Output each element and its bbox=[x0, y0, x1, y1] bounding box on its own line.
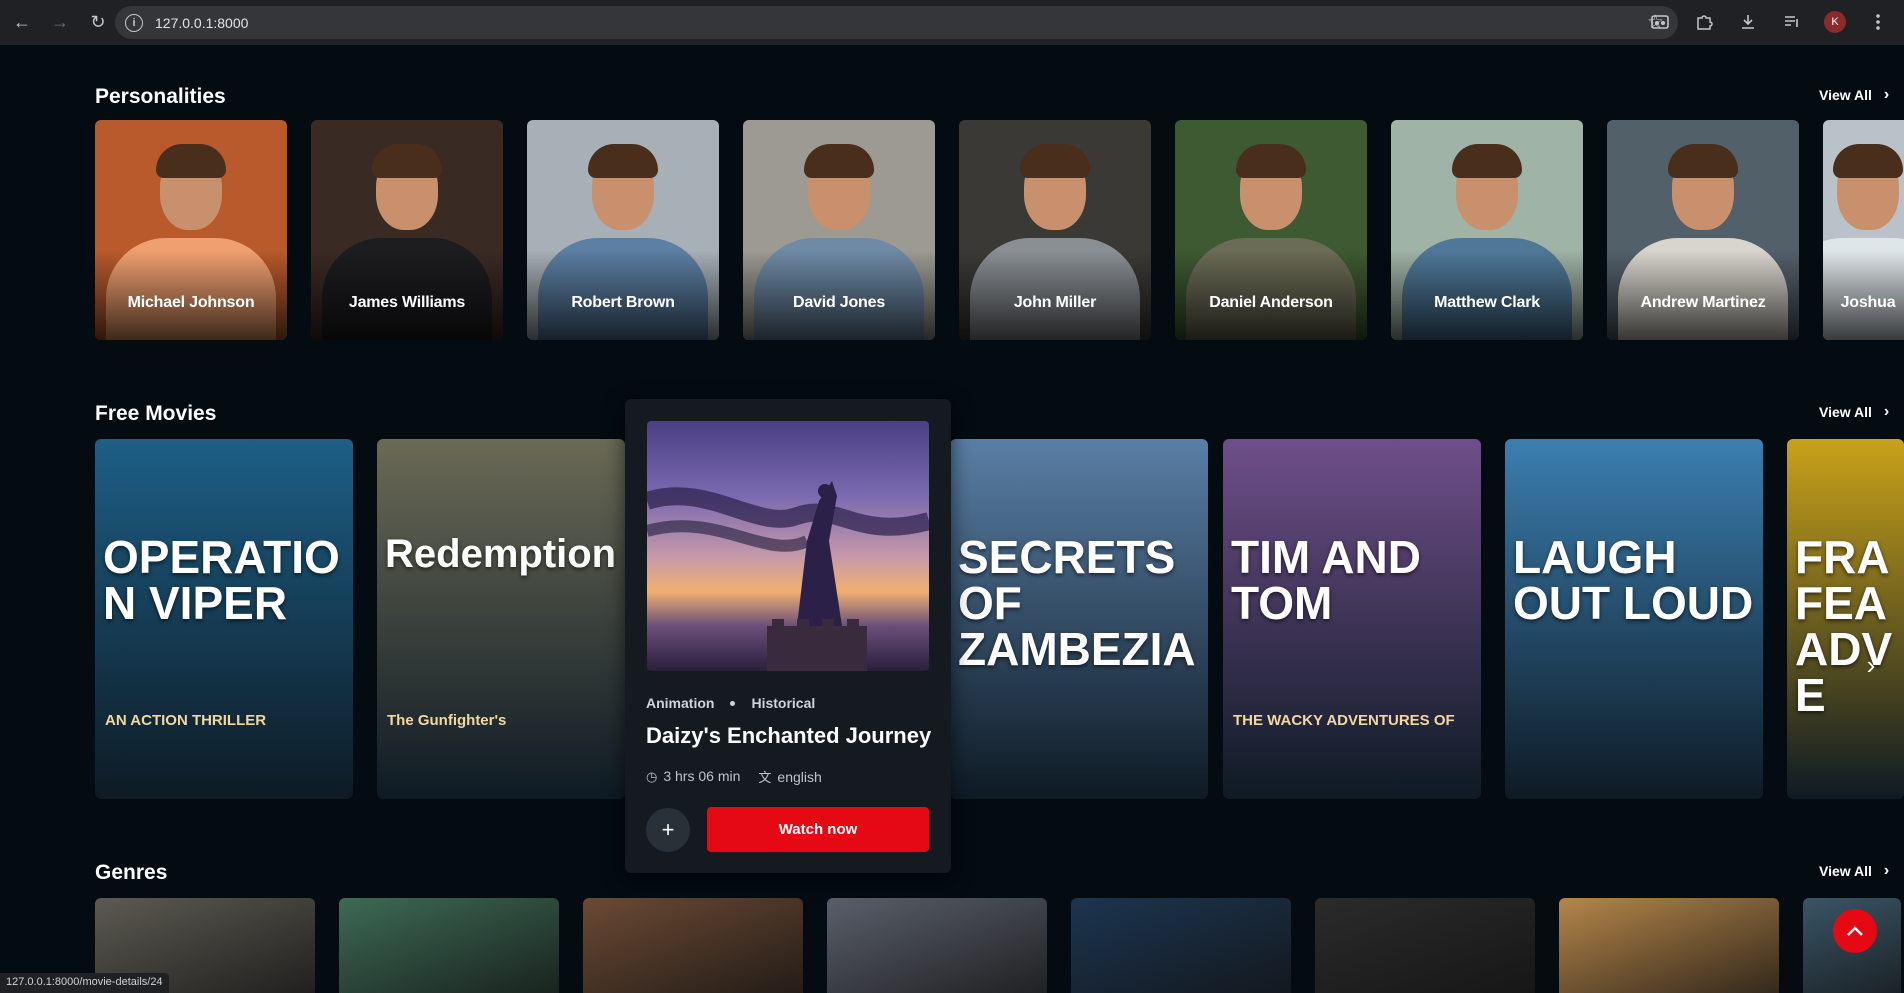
personality-card[interactable]: Matthew Clark bbox=[1391, 120, 1583, 340]
personality-name: Michael Johnson bbox=[127, 294, 255, 311]
translate-icon: 文 bbox=[758, 770, 772, 785]
movie-preview-card[interactable]: Animation Historical Daizy's Enchanted J… bbox=[625, 399, 951, 873]
personality-name: Joshua bbox=[1840, 294, 1896, 311]
movie-poster[interactable]: TIM AND TOM THE WACKY ADVENTURES OF bbox=[1223, 439, 1481, 799]
personality-hair bbox=[1452, 144, 1522, 178]
free-movies-view-all[interactable]: View All › bbox=[1819, 403, 1889, 421]
personality-name: Matthew Clark bbox=[1434, 294, 1540, 311]
movie-poster[interactable]: FRA FEA ADVE bbox=[1787, 439, 1904, 799]
site-info-icon[interactable]: i bbox=[125, 13, 143, 32]
genre-tile[interactable] bbox=[1559, 898, 1779, 993]
personality-name: James Williams bbox=[348, 294, 466, 311]
personality-name: Andrew Martinez bbox=[1640, 294, 1766, 311]
poster-title: Redemption bbox=[385, 532, 617, 576]
personality-hair bbox=[1833, 144, 1903, 178]
view-all-label: View All bbox=[1819, 87, 1872, 103]
personality-card[interactable]: Michael Johnson bbox=[95, 120, 287, 340]
duration-text: 3 hrs 06 min bbox=[663, 768, 741, 784]
poster-subtitle: The Gunfighter's bbox=[387, 712, 507, 729]
personality-name: David Jones bbox=[792, 294, 886, 311]
address-url[interactable]: 127.0.0.1:8000 bbox=[155, 15, 248, 31]
view-all-label: View All bbox=[1819, 404, 1872, 420]
back-icon[interactable]: ← bbox=[10, 11, 34, 35]
chevron-up-icon bbox=[1847, 926, 1863, 936]
personality-card[interactable]: James Williams bbox=[311, 120, 503, 340]
nav-buttons: ← → ↻ bbox=[0, 11, 110, 35]
menu-icon[interactable] bbox=[1866, 10, 1890, 34]
free-movies-title: Free Movies bbox=[95, 402, 217, 425]
profile-avatar[interactable]: K bbox=[1824, 11, 1846, 33]
language: 文 english bbox=[758, 767, 821, 786]
personality-hair bbox=[156, 144, 226, 178]
status-bar-url: 127.0.0.1:8000/movie-details/24 bbox=[0, 973, 169, 993]
chevron-right-icon: › bbox=[1883, 862, 1890, 879]
download-icon[interactable] bbox=[1736, 10, 1760, 34]
reload-icon[interactable]: ↻ bbox=[86, 11, 110, 35]
genre-tile[interactable] bbox=[1071, 898, 1291, 993]
genre-tile[interactable] bbox=[827, 898, 1047, 993]
poster-subtitle: AN ACTION THRILLER bbox=[105, 712, 267, 729]
genres-title: Genres bbox=[95, 861, 168, 884]
personality-name: Daniel Anderson bbox=[1209, 294, 1333, 311]
personality-hair bbox=[372, 144, 442, 178]
scroll-to-top-button[interactable] bbox=[1833, 909, 1877, 953]
view-all-label: View All bbox=[1819, 863, 1872, 879]
chevron-right-icon: › bbox=[1883, 86, 1890, 103]
browser-toolbar: ← → ↻ i 127.0.0.1:8000 ☆ K bbox=[0, 0, 1904, 45]
movie-poster[interactable]: Redemption The Gunfighter's bbox=[377, 439, 625, 799]
personality-name: Robert Brown bbox=[571, 294, 675, 311]
genre-tile[interactable] bbox=[1315, 898, 1535, 993]
personality-hair bbox=[1020, 144, 1090, 178]
personality-hair bbox=[1236, 144, 1306, 178]
personality-card[interactable]: Robert Brown bbox=[527, 120, 719, 340]
movie-poster[interactable]: LAUGH OUT LOUD bbox=[1505, 439, 1763, 799]
personalities-view-all[interactable]: View All › bbox=[1819, 86, 1889, 104]
poster-title: LAUGH OUT LOUD bbox=[1513, 531, 1754, 629]
watch-now-button[interactable]: Watch now bbox=[707, 807, 929, 852]
poster-title: SECRETS OF ZAMBEZIA bbox=[958, 531, 1196, 675]
chevron-right-icon: › bbox=[1883, 403, 1890, 420]
movie-title[interactable]: Daizy's Enchanted Journey bbox=[646, 723, 931, 749]
personality-card[interactable]: Daniel Anderson bbox=[1175, 120, 1367, 340]
puzzle-icon[interactable] bbox=[1692, 10, 1716, 34]
movie-poster[interactable]: OPERATION VIPER AN ACTION THRILLER bbox=[95, 439, 353, 799]
forward-icon[interactable]: → bbox=[48, 11, 72, 35]
media-queue-icon[interactable] bbox=[1780, 10, 1804, 34]
genres-view-all[interactable]: View All › bbox=[1819, 862, 1889, 880]
address-bar[interactable]: i 127.0.0.1:8000 ☆ bbox=[115, 6, 1678, 39]
page-content: Personalities View All › Michael Johnson… bbox=[0, 45, 1904, 993]
personality-hair bbox=[588, 144, 658, 178]
clock-icon: ◷ bbox=[646, 769, 658, 784]
extension-icon[interactable] bbox=[1648, 10, 1672, 34]
genre-tile[interactable] bbox=[339, 898, 559, 993]
language-text: english bbox=[777, 769, 822, 785]
personality-hair bbox=[1668, 144, 1738, 178]
genre-tag: Animation bbox=[646, 695, 715, 711]
personality-card[interactable]: Joshua bbox=[1823, 120, 1904, 340]
carousel-next-icon[interactable]: › bbox=[1858, 645, 1884, 685]
add-to-watchlist-button[interactable]: + bbox=[646, 808, 690, 852]
genre-tag: Historical bbox=[751, 695, 816, 711]
personality-card[interactable]: David Jones bbox=[743, 120, 935, 340]
personality-name: John Miller bbox=[1013, 294, 1097, 311]
movie-preview-image[interactable] bbox=[647, 421, 929, 671]
poster-title: TIM AND TOM bbox=[1231, 531, 1421, 629]
movie-genres: Animation Historical bbox=[646, 695, 815, 711]
personality-card[interactable]: John Miller bbox=[959, 120, 1151, 340]
separator-dot bbox=[730, 700, 736, 706]
browser-tools: K bbox=[1648, 10, 1890, 34]
personality-card[interactable]: Andrew Martinez bbox=[1607, 120, 1799, 340]
poster-title: FRA FEA ADVE bbox=[1795, 531, 1893, 721]
genre-tile[interactable] bbox=[583, 898, 803, 993]
personality-hair bbox=[804, 144, 874, 178]
movie-meta: ◷ 3 hrs 06 min 文 english bbox=[646, 767, 822, 786]
duration: ◷ 3 hrs 06 min bbox=[646, 768, 740, 785]
poster-subtitle: THE WACKY ADVENTURES OF bbox=[1233, 712, 1455, 729]
personalities-title: Personalities bbox=[95, 85, 226, 108]
movie-poster[interactable]: SECRETS OF ZAMBEZIA bbox=[950, 439, 1208, 799]
poster-title: OPERATION VIPER bbox=[103, 531, 340, 629]
